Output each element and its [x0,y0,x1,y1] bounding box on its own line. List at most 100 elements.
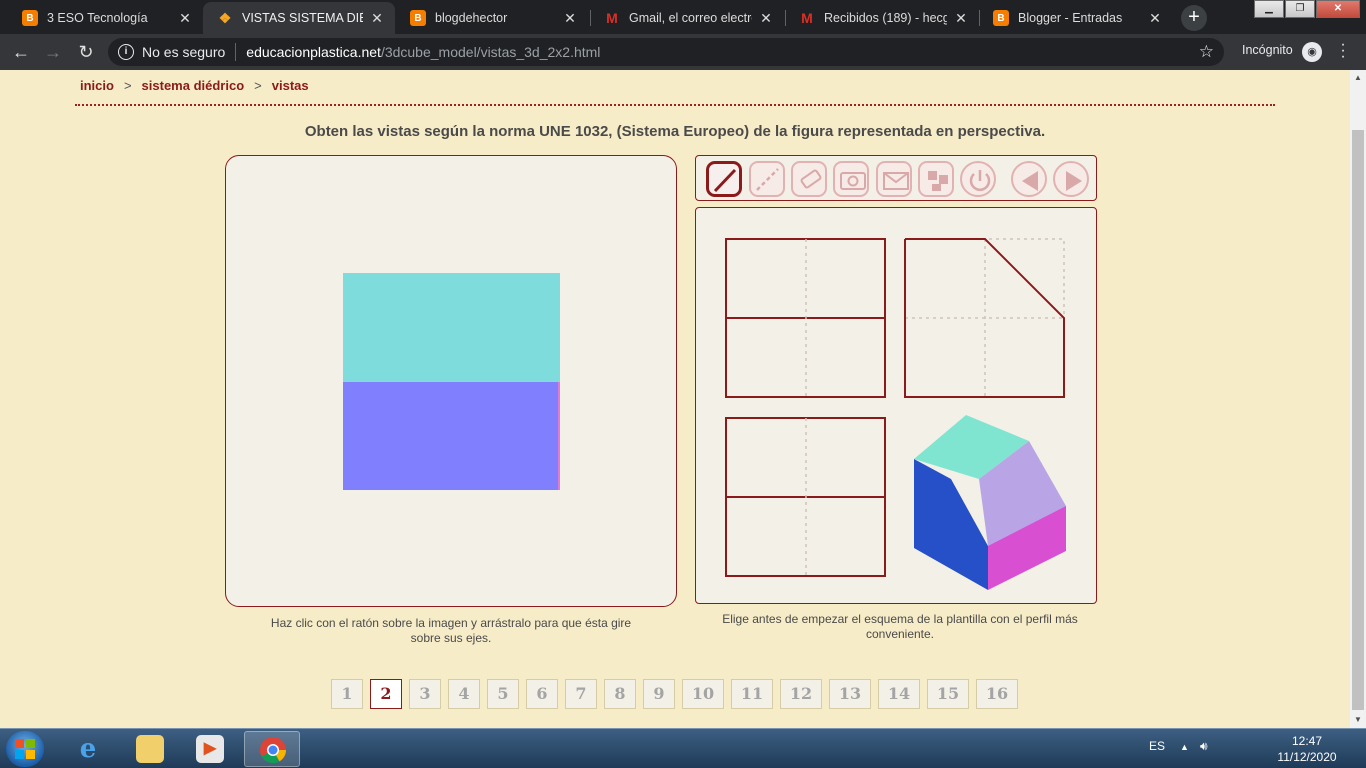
volume-icon[interactable]: 🔊︎ [1200,739,1208,754]
breadcrumb-link-inicio[interactable]: inicio [80,78,114,93]
page-button-7[interactable]: 7 [565,679,597,709]
browser-tab-bar: B 3 ESO Tecnología ✕ ❖ VISTAS SISTEMA DI… [0,0,1366,34]
breadcrumb-link-vistas[interactable]: vistas [272,78,309,93]
maximize-button[interactable]: ❐ [1285,0,1315,18]
taskbar-media-player[interactable]: ▶ [182,731,238,767]
3d-model-viewer[interactable] [225,155,677,607]
browser-toolbar: ← → ↻ i No es seguro educacionplastica.n… [0,34,1366,70]
eraser-tool-button[interactable] [791,161,827,197]
tab-vistas-sistema-diedrico[interactable]: ❖ VISTAS SISTEMA DIÉDRICO ✕ [203,2,395,34]
minimize-button[interactable]: ▁ [1254,0,1284,18]
incognito-icon[interactable]: ◉ [1302,42,1322,62]
dashed-line-tool-button[interactable] [749,161,785,197]
page-heading: Obten las vistas según la norma UNE 1032… [304,123,1046,140]
plan-view-box[interactable] [725,417,886,577]
scrollbar-thumb[interactable] [1352,130,1364,710]
page-button-5[interactable]: 5 [487,679,519,709]
show-hidden-icons-icon[interactable]: ▲ [1180,742,1189,752]
close-icon[interactable]: ✕ [758,10,774,27]
clock-date: 11/12/2020 [1277,750,1337,764]
line-icon [713,168,737,193]
divider [235,43,237,61]
3d-model-canvas[interactable] [226,156,677,607]
power-tool-button[interactable] [960,161,996,197]
page-button-3[interactable]: 3 [409,679,441,709]
tab-title: VISTAS SISTEMA DIÉDRICO [242,11,363,25]
web-page: inicio > sistema diédrico > vistas Obten las… [0,70,1350,728]
browser-menu-button[interactable]: · · · [1338,37,1348,65]
incognito-label: Incógnito [1242,43,1293,57]
page-button-8[interactable]: 8 [604,679,636,709]
tab-blogger-entradas[interactable]: B Blogger - Entradas ✕ [979,2,1173,34]
page-button-11[interactable]: 11 [731,679,773,709]
window-close-button[interactable]: ✕ [1316,0,1360,18]
page-button-10[interactable]: 10 [682,679,724,709]
close-icon[interactable]: ✕ [562,10,578,27]
tab-3-eso-tecnologia[interactable]: B 3 ESO Tecnología ✕ [8,2,203,34]
close-icon[interactable]: ✕ [953,10,969,27]
next-button[interactable] [1053,161,1089,197]
tab-gmail[interactable]: M Gmail, el correo electrónico ✕ [590,2,784,34]
profile-view-box[interactable] [904,238,1065,398]
close-icon[interactable]: ✕ [177,10,193,27]
gmail-icon: M [801,10,813,26]
language-indicator[interactable]: ES [1149,739,1165,753]
scroll-down-arrow-icon[interactable]: ▼ [1350,712,1366,728]
tab-recibidos[interactable]: M Recibidos (189) - hecgon ✕ [785,2,979,34]
windows-logo-icon [15,739,35,759]
taskbar-internet-explorer[interactable]: e [60,731,116,767]
elevation-view-box[interactable] [725,238,886,398]
scroll-up-arrow-icon[interactable]: ▲ [1350,70,1366,86]
taskbar-file-explorer[interactable] [122,731,178,767]
page-button-6[interactable]: 6 [526,679,558,709]
breadcrumb-link-sistema-diedrico[interactable]: sistema diédrico [142,78,245,93]
page-button-2[interactable]: 2 [370,679,402,709]
new-tab-button[interactable]: + [1181,5,1207,31]
tab-title: Gmail, el correo electrónico [629,11,752,25]
power-icon [969,170,991,191]
forward-button[interactable]: → [42,42,64,64]
views-template-canvas[interactable] [696,208,1098,605]
page-scrollbar[interactable]: ▲ ▼ [1350,70,1366,728]
taskbar-chrome[interactable] [244,731,300,767]
page-button-13[interactable]: 13 [829,679,871,709]
reload-button[interactable]: ↻ [75,42,97,64]
internet-explorer-icon: e [79,734,97,764]
system-clock[interactable]: 12:47 11/12/2020 [1272,733,1342,765]
views-template-panel[interactable] [695,207,1097,604]
tab-title: Blogger - Entradas [1018,11,1123,25]
info-icon[interactable]: i [118,44,134,60]
clock-time: 12:47 [1291,734,1323,748]
close-icon[interactable]: ✕ [369,10,385,27]
arrow-right-icon [1066,171,1082,191]
layout-icon [928,171,948,191]
layout-tool-button[interactable] [918,161,954,197]
media-player-icon: ▶ [196,735,224,763]
mail-tool-button[interactable] [876,161,912,197]
breadcrumb: inicio > sistema diédrico > vistas [80,78,309,93]
bookmark-star-icon[interactable]: ☆ [1199,42,1214,62]
line-tool-button[interactable] [706,161,742,197]
camera-tool-button[interactable] [833,161,869,197]
model-face-edge [558,382,560,490]
previous-button[interactable] [1011,161,1047,197]
isometric-perspective-figure [914,415,1066,590]
page-button-16[interactable]: 16 [976,679,1018,709]
page-button-15[interactable]: 15 [927,679,969,709]
page-button-4[interactable]: 4 [448,679,480,709]
blogger-icon: B [410,10,426,26]
start-button[interactable] [6,731,44,767]
url-path: /3dcube_model/vistas_3d_2x2.html [380,44,601,60]
page-button-9[interactable]: 9 [643,679,675,709]
page-button-1[interactable]: 1 [331,679,363,709]
page-button-14[interactable]: 14 [878,679,920,709]
arrow-left-icon [1022,171,1038,191]
back-button[interactable]: ← [10,42,32,64]
tab-blogdehector[interactable]: B blogdehector ✕ [396,2,588,34]
close-icon[interactable]: ✕ [1147,10,1163,27]
breadcrumb-separator: > [123,78,132,93]
address-bar[interactable]: i No es seguro educacionplastica.net/3dc… [108,38,1224,66]
page-button-12[interactable]: 12 [780,679,822,709]
gmail-icon: M [606,10,618,26]
cube-icon: ❖ [218,9,232,26]
